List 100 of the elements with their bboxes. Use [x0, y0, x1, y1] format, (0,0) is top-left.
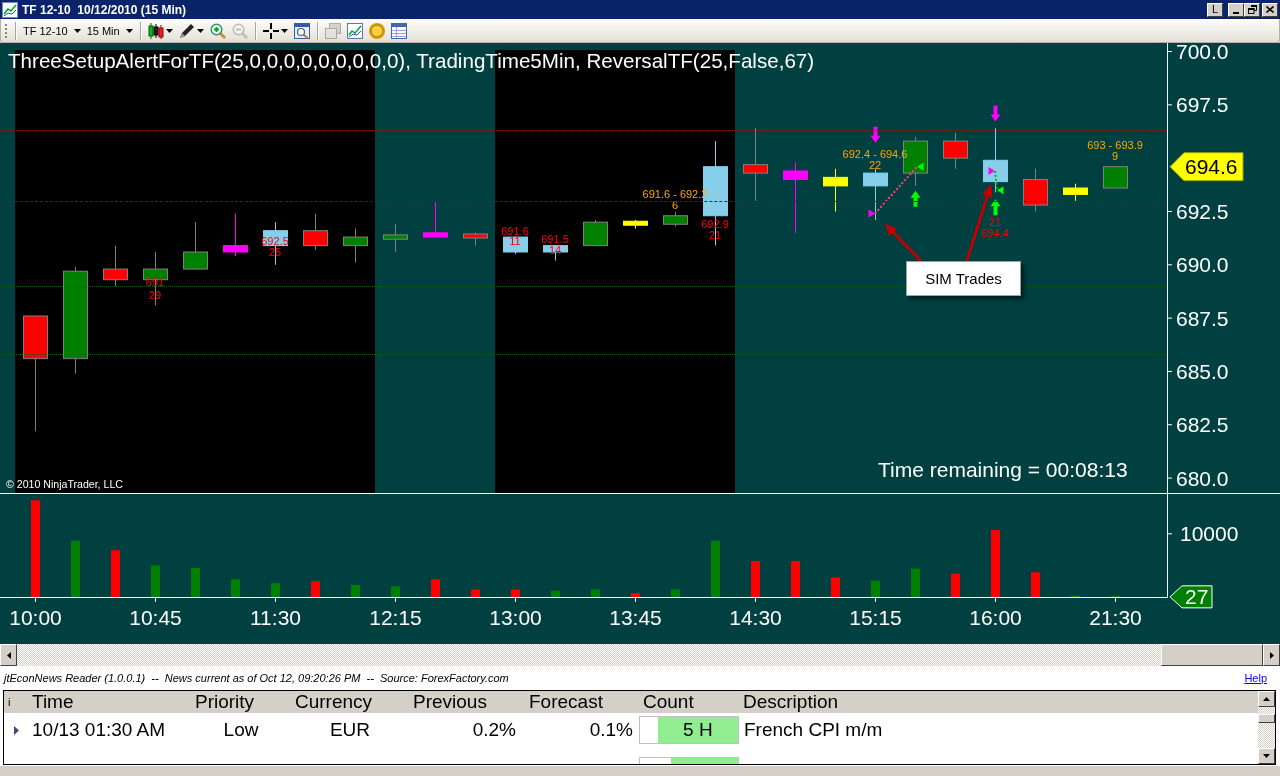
price-axis-label: 680.0: [1176, 466, 1229, 490]
price-axis-label: 687.5: [1176, 306, 1229, 330]
column-header: Count: [642, 691, 695, 713]
caret-icon: [196, 28, 204, 33]
caret-icon: [125, 28, 133, 33]
data-box-button[interactable]: [291, 20, 312, 41]
caret-icon: [73, 28, 81, 33]
scroll-up-button[interactable]: [1258, 691, 1275, 707]
volume-marker: 27: [1169, 585, 1213, 609]
time-axis-label: 12:15: [369, 605, 422, 629]
restore-icon: [1247, 5, 1257, 14]
scroll-down-button[interactable]: [1258, 748, 1275, 764]
price-axis-label: 690.0: [1176, 253, 1229, 277]
grip-icon: [5, 22, 8, 39]
triangle-icon: [13, 725, 19, 735]
column-header: Time: [31, 691, 75, 713]
table-cell-text: 0.2%: [471, 718, 517, 742]
bar-label: 691: [145, 275, 165, 288]
time-axis-label: 13:45: [609, 605, 662, 629]
bar-label: 691.6: [501, 224, 529, 237]
price-axis-label: 692.5: [1176, 200, 1229, 223]
line-chart-icon: [346, 22, 363, 39]
table-cell-text: 10/13 01:30 AM: [31, 718, 167, 742]
bar-label: 692.4 - 694.6: [842, 147, 908, 160]
time-axis-label: 13:00: [489, 605, 542, 629]
bar-label: 694.4: [981, 226, 1009, 239]
chart-icon: [2, 1, 18, 18]
scrollbar-thumb[interactable]: [1161, 644, 1263, 666]
table-cell-text: 0.1%: [588, 718, 634, 742]
close-icon: [1266, 6, 1274, 13]
bar-label: 11: [509, 235, 521, 248]
zoom-in-icon: [209, 22, 226, 39]
scroll-right-button[interactable]: [1263, 644, 1280, 666]
copyright-text: © 2010 NinjaTrader, LLC: [6, 477, 123, 491]
window-title: TF 12-10 10/12/2010 (15 Min): [22, 2, 188, 17]
bar-label: 9: [1111, 150, 1119, 163]
right-arrow-icon: [1269, 651, 1274, 659]
bar-label: 691.5: [541, 233, 569, 246]
minimize-icon: [1233, 11, 1239, 14]
chart-style-button[interactable]: [145, 20, 175, 41]
close-button[interactable]: [1262, 2, 1278, 17]
volume-axis-label: 10000: [1180, 522, 1239, 546]
column-header: Currency: [294, 691, 374, 713]
table-cell-text: Low: [222, 718, 260, 742]
column-header: i: [7, 695, 12, 709]
scrollbar-thumb[interactable]: [1258, 714, 1275, 723]
interval-dropdown[interactable]: 15 Min: [83, 20, 136, 41]
y-tick-label: 27: [1185, 585, 1209, 609]
link-button[interactable]: L: [1207, 2, 1223, 17]
crosshair-button[interactable]: [260, 20, 290, 41]
price-axis-label: 685.0: [1176, 359, 1229, 383]
table-cell-text: French CPI m/m: [743, 718, 884, 742]
bar-label: 14: [548, 243, 562, 256]
news-header-text: jtEconNews Reader (1.0.0.1) -- News current as of Oct 12, 09:20:26 PM -- Source: ForexFactory.com: [4, 672, 509, 684]
magnifier-window-icon: [293, 22, 310, 39]
bar-label: 693 - 693.9: [1087, 139, 1143, 152]
column-header: Previous: [412, 691, 488, 713]
count-meter-fill: 5 H: [657, 717, 738, 743]
coin-button[interactable]: [366, 20, 387, 41]
time-axis-label: 11:30: [250, 605, 301, 629]
time-axis-label: 15:15: [849, 605, 902, 629]
scroll-left-button[interactable]: [0, 644, 17, 666]
callout-label: SIM Trades: [906, 261, 1021, 296]
restore-button[interactable]: [1244, 2, 1260, 17]
bar-label: 29: [148, 288, 162, 301]
pen-icon: [178, 22, 195, 39]
instrument-dropdown[interactable]: TF 12-10: [20, 20, 84, 41]
minimize-button[interactable]: [1228, 2, 1244, 17]
down-arrow-icon: [1263, 754, 1270, 758]
table-icon: [390, 22, 407, 39]
callout-arrow: [884, 223, 923, 262]
left-arrow-icon: [6, 651, 11, 659]
caret-icon: [280, 28, 288, 33]
price-axis-label: 700.0: [1176, 43, 1229, 64]
time-axis-label: 14:30: [729, 605, 782, 629]
bar-label: 21: [988, 216, 1002, 229]
indicators-button[interactable]: [344, 20, 365, 41]
time-axis-label: 16:00: [969, 605, 1022, 629]
coin-icon: [368, 22, 385, 39]
column-header: Priority: [194, 691, 256, 713]
column-header: Forecast: [528, 691, 604, 713]
table-cell-text: EUR: [328, 718, 372, 742]
candlestick-icon: [147, 22, 164, 39]
price-axis-label: 682.5: [1176, 413, 1229, 437]
price-marker: 694.6: [1169, 152, 1244, 182]
bar-label: 22: [868, 158, 882, 171]
zoom-out-icon: [231, 22, 248, 39]
column-header: Description: [742, 691, 840, 713]
trade-line: [994, 170, 998, 192]
table-button[interactable]: [388, 20, 409, 41]
price-axis-label: 697.5: [1176, 93, 1229, 117]
time-remaining-text: Time remaining = 00:08:13: [878, 458, 1128, 482]
help-link[interactable]: Help: [1244, 672, 1267, 684]
time-axis-label: 21:30: [1089, 605, 1142, 629]
crosshair-icon: [262, 22, 279, 39]
indicator-label: ThreeSetupAlertForTF(25,0,0,0,0,0,0,0,0,0), TradingTime5Min, ReversalTF(25,False,67): [8, 49, 815, 73]
up-arrow-icon: [1263, 697, 1270, 701]
time-axis-label: 10:45: [129, 605, 182, 629]
caret-icon: [165, 28, 173, 33]
stacked-squares-icon: [324, 22, 341, 39]
